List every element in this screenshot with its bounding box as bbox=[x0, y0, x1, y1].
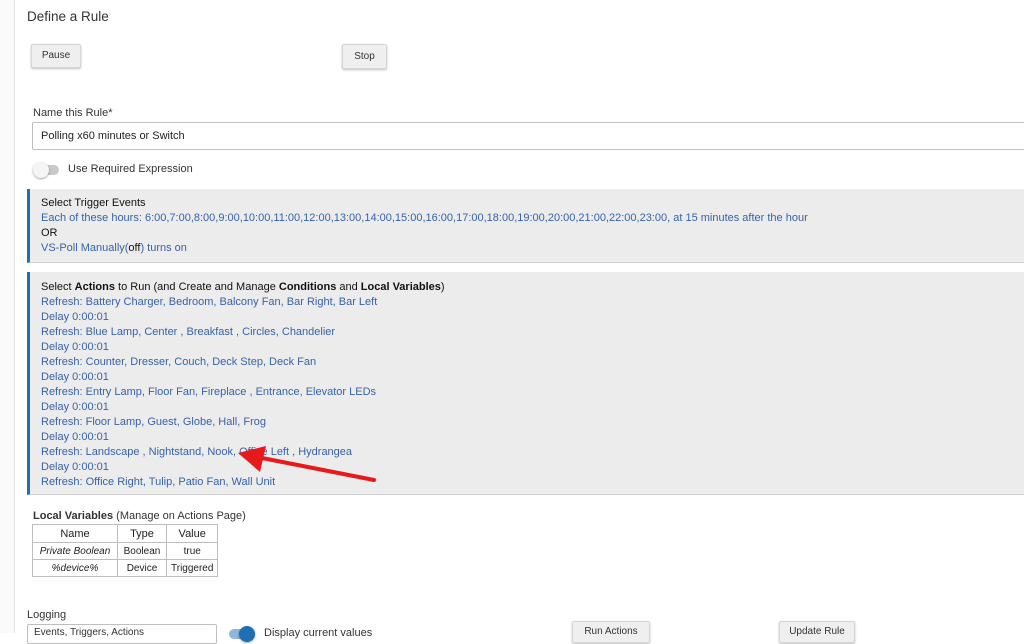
title-part-local-variables: Local Variables bbox=[360, 281, 441, 293]
column-header: Type bbox=[117, 524, 167, 543]
update-rule-button[interactable]: Update Rule bbox=[779, 621, 855, 643]
action-line: Delay 0:00:01 bbox=[41, 431, 109, 443]
title-part: to Run (and Create and Manage bbox=[114, 281, 279, 293]
action-line: Refresh: Floor Lamp, Guest, Globe, Hall,… bbox=[41, 416, 266, 428]
pause-button[interactable]: Pause bbox=[31, 44, 81, 68]
toggle-knob bbox=[239, 626, 255, 642]
display-values-label: Display current values bbox=[264, 627, 373, 639]
rule-name-label: Name this Rule* bbox=[33, 107, 113, 119]
local-variables-title: Local Variables (Manage on Actions Page) bbox=[33, 510, 246, 522]
action-line: Delay 0:00:01 bbox=[41, 461, 109, 473]
action-line: Refresh: Entry Lamp, Floor Fan, Fireplac… bbox=[41, 386, 377, 398]
trigger-device-prefix: VS-Poll Manually( bbox=[41, 242, 129, 254]
action-line: Refresh: Counter, Dresser, Couch, Deck S… bbox=[41, 356, 317, 368]
variable-name: %device% bbox=[32, 559, 118, 577]
action-line: Delay 0:00:01 bbox=[41, 401, 109, 413]
title-part: Select bbox=[41, 281, 75, 293]
variable-name: Private Boolean bbox=[32, 542, 118, 560]
local-variables-subtitle: (Manage on Actions Page) bbox=[113, 510, 246, 522]
trigger-device-suffix: ) turns on bbox=[140, 242, 187, 254]
column-header: Value bbox=[165, 524, 219, 543]
action-line: Refresh: Landscape , Nightstand, Nook, O… bbox=[41, 446, 353, 458]
title-part: and bbox=[336, 281, 361, 293]
action-line: Refresh: Blue Lamp, Center , Breakfast ,… bbox=[41, 326, 336, 338]
local-variables-heading: Local Variables bbox=[33, 510, 114, 522]
actions-panel[interactable]: Select Actions to Run (and Create and Ma… bbox=[27, 272, 1024, 495]
table-row: %device% Device Triggered bbox=[32, 559, 219, 577]
logging-select[interactable]: Events, Triggers, Actions bbox=[27, 624, 217, 644]
actions-panel-title: Select Actions to Run (and Create and Ma… bbox=[41, 280, 1024, 295]
action-line: Delay 0:00:01 bbox=[41, 311, 109, 323]
title-part: ) bbox=[440, 281, 445, 293]
rule-name-input[interactable] bbox=[32, 122, 1024, 150]
trigger-panel-title: Select Trigger Events bbox=[41, 197, 146, 209]
column-header: Name bbox=[32, 524, 118, 543]
required-expression-toggle[interactable] bbox=[33, 162, 59, 178]
display-values-toggle[interactable] bbox=[229, 626, 255, 642]
table-row: Private Boolean Boolean true bbox=[32, 542, 219, 560]
action-line: Delay 0:00:01 bbox=[41, 371, 109, 383]
trigger-device-line: VS-Poll Manually(off) turns on bbox=[41, 241, 1024, 256]
action-line: Refresh: Office Right, Tulip, Patio Fan,… bbox=[41, 476, 276, 488]
run-actions-button[interactable]: Run Actions bbox=[572, 621, 650, 643]
variable-type: Device bbox=[117, 559, 167, 577]
required-expression-label: Use Required Expression bbox=[68, 163, 193, 175]
variable-type: Boolean bbox=[117, 542, 167, 560]
variable-value: Triggered bbox=[165, 559, 219, 577]
stop-button[interactable]: Stop bbox=[342, 44, 387, 69]
toggle-knob bbox=[33, 162, 49, 178]
left-gutter bbox=[0, 0, 15, 633]
trigger-events-panel[interactable]: Select Trigger Events Each of these hour… bbox=[27, 189, 1024, 263]
title-part-actions: Actions bbox=[74, 281, 115, 293]
logging-label: Logging bbox=[27, 609, 67, 621]
trigger-hours-line: Each of these hours: 6:00,7:00,8:00,9:00… bbox=[41, 212, 808, 224]
page-title: Define a Rule bbox=[27, 9, 109, 24]
action-line: Delay 0:00:01 bbox=[41, 341, 109, 353]
action-line: Refresh: Battery Charger, Bedroom, Balco… bbox=[41, 296, 378, 308]
local-variables-table: Name Type Value Private Boolean Boolean … bbox=[32, 524, 219, 577]
table-header-row: Name Type Value bbox=[32, 524, 219, 543]
variable-value: true bbox=[165, 542, 219, 560]
trigger-or: OR bbox=[41, 227, 58, 239]
trigger-device-state: off bbox=[128, 242, 141, 254]
title-part-conditions: Conditions bbox=[278, 281, 337, 293]
